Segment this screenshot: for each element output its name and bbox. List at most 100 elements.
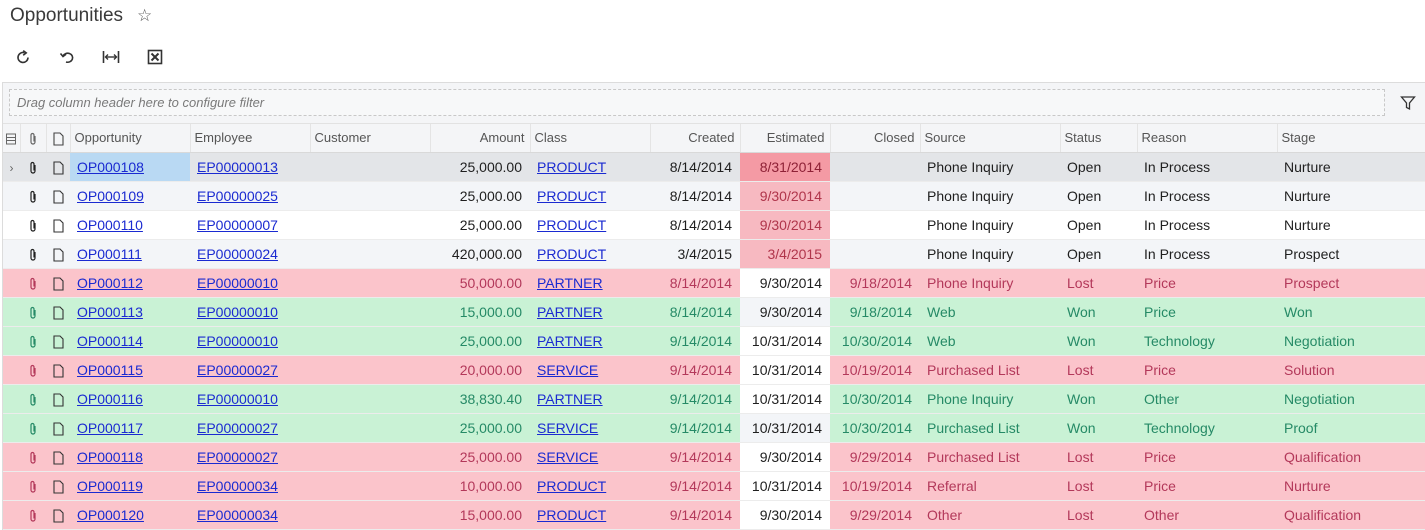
- table-row[interactable]: OP000109 EP00000025 25,000.00 PRODUCT 8/14/2…: [3, 181, 1425, 211]
- cell-created[interactable]: 9/14/2014: [650, 442, 740, 472]
- cell-stage[interactable]: Proof: [1277, 413, 1425, 443]
- cell-stage[interactable]: Solution: [1277, 355, 1425, 385]
- table-row[interactable]: OP000112 EP00000010 50,000.00 PARTNER 8/14/2…: [3, 268, 1425, 298]
- cell-closed[interactable]: 10/19/2014: [830, 355, 920, 385]
- employee-link[interactable]: EP00000010: [197, 333, 278, 349]
- cell-customer[interactable]: [310, 413, 430, 443]
- cell-status[interactable]: Lost: [1060, 471, 1137, 501]
- attachment-header[interactable]: [20, 124, 47, 153]
- row-attachment[interactable]: [20, 471, 46, 501]
- cell-amount[interactable]: 25,000.00: [430, 152, 530, 182]
- cell-reason[interactable]: Price: [1137, 297, 1277, 327]
- class-link[interactable]: PARTNER: [537, 391, 603, 407]
- cell-source[interactable]: Web: [920, 326, 1060, 356]
- row-note[interactable]: [46, 442, 70, 472]
- cell-status[interactable]: Open: [1060, 210, 1137, 240]
- employee-link[interactable]: EP00000024: [197, 246, 278, 262]
- cell-reason[interactable]: In Process: [1137, 152, 1277, 182]
- employee-link[interactable]: EP00000010: [197, 391, 278, 407]
- cell-customer[interactable]: [310, 355, 430, 385]
- class-link[interactable]: SERVICE: [537, 449, 598, 465]
- column-header-created[interactable]: Created: [650, 124, 741, 153]
- row-note[interactable]: [46, 471, 70, 501]
- cell-reason[interactable]: Other: [1137, 500, 1277, 530]
- class-link[interactable]: PRODUCT: [537, 246, 606, 262]
- column-header-source[interactable]: Source: [920, 124, 1061, 153]
- row-note[interactable]: [46, 152, 70, 182]
- opportunity-link[interactable]: OP000111: [77, 246, 142, 262]
- row-selector[interactable]: [3, 471, 20, 501]
- cell-closed[interactable]: [830, 181, 920, 211]
- cell-reason[interactable]: Price: [1137, 268, 1277, 298]
- cell-estimated[interactable]: 10/31/2014: [740, 326, 830, 356]
- column-header-closed[interactable]: Closed: [830, 124, 921, 153]
- cell-reason[interactable]: Other: [1137, 384, 1277, 414]
- cell-status[interactable]: Open: [1060, 181, 1137, 211]
- cell-stage[interactable]: Nurture: [1277, 471, 1425, 501]
- opportunity-link[interactable]: OP000112: [77, 275, 143, 291]
- employee-link[interactable]: EP00000025: [197, 188, 278, 204]
- cell-status[interactable]: Open: [1060, 152, 1137, 182]
- class-link[interactable]: PRODUCT: [537, 217, 606, 233]
- employee-link[interactable]: EP00000027: [197, 362, 278, 378]
- column-header-status[interactable]: Status: [1060, 124, 1138, 153]
- cell-amount[interactable]: 15,000.00: [430, 297, 530, 327]
- row-selector[interactable]: [3, 297, 20, 327]
- class-link[interactable]: PRODUCT: [537, 188, 606, 204]
- column-header-opportunity[interactable]: Opportunity: [70, 124, 191, 153]
- cell-closed[interactable]: 9/29/2014: [830, 500, 920, 530]
- cell-created[interactable]: 3/4/2015: [650, 239, 740, 269]
- cell-created[interactable]: 9/14/2014: [650, 384, 740, 414]
- row-selector[interactable]: [3, 326, 20, 356]
- cell-created[interactable]: 8/14/2014: [650, 268, 740, 298]
- cell-reason[interactable]: Price: [1137, 442, 1277, 472]
- column-header-stage[interactable]: Stage: [1277, 124, 1425, 153]
- cell-status[interactable]: Lost: [1060, 268, 1137, 298]
- cell-amount[interactable]: 25,000.00: [430, 326, 530, 356]
- table-row[interactable]: OP000114 EP00000010 25,000.00 PARTNER 9/14/2…: [3, 326, 1425, 356]
- cell-closed[interactable]: 9/18/2014: [830, 297, 920, 327]
- undo-button[interactable]: [56, 46, 78, 68]
- cell-created[interactable]: 9/14/2014: [650, 500, 740, 530]
- cell-created[interactable]: 8/14/2014: [650, 297, 740, 327]
- cell-source[interactable]: Phone Inquiry: [920, 239, 1060, 269]
- cell-closed[interactable]: 10/30/2014: [830, 384, 920, 414]
- cell-estimated[interactable]: 9/30/2014: [740, 268, 830, 298]
- cell-customer[interactable]: [310, 297, 430, 327]
- filter-funnel-icon[interactable]: [1400, 95, 1416, 111]
- cell-closed[interactable]: 9/29/2014: [830, 442, 920, 472]
- column-header-reason[interactable]: Reason: [1137, 124, 1278, 153]
- cell-status[interactable]: Won: [1060, 384, 1137, 414]
- opportunity-link[interactable]: OP000117: [77, 420, 143, 436]
- opportunity-link[interactable]: OP000109: [77, 188, 144, 204]
- cell-stage[interactable]: Nurture: [1277, 181, 1425, 211]
- cell-amount[interactable]: 25,000.00: [430, 210, 530, 240]
- cell-amount[interactable]: 25,000.00: [430, 442, 530, 472]
- row-attachment[interactable]: [20, 297, 46, 327]
- cell-closed[interactable]: 10/30/2014: [830, 413, 920, 443]
- cell-customer[interactable]: [310, 384, 430, 414]
- opportunity-link[interactable]: OP000120: [77, 507, 144, 523]
- column-header-amount[interactable]: Amount: [430, 124, 531, 153]
- cell-reason[interactable]: In Process: [1137, 181, 1277, 211]
- cell-amount[interactable]: 420,000.00: [430, 239, 530, 269]
- cell-created[interactable]: 8/14/2014: [650, 210, 740, 240]
- cell-stage[interactable]: Prospect: [1277, 239, 1425, 269]
- table-row[interactable]: OP000118 EP00000027 25,000.00 SERVICE 9/14/2…: [3, 442, 1425, 472]
- cell-stage[interactable]: Negotiation: [1277, 384, 1425, 414]
- row-selector[interactable]: [3, 181, 20, 211]
- cell-closed[interactable]: 9/18/2014: [830, 268, 920, 298]
- cell-created[interactable]: 8/14/2014: [650, 181, 740, 211]
- cell-source[interactable]: Purchased List: [920, 442, 1060, 472]
- row-selector[interactable]: [3, 500, 20, 530]
- class-link[interactable]: PRODUCT: [537, 478, 606, 494]
- cell-status[interactable]: Open: [1060, 239, 1137, 269]
- cell-amount[interactable]: 20,000.00: [430, 355, 530, 385]
- cell-stage[interactable]: Qualification: [1277, 442, 1425, 472]
- row-attachment[interactable]: [20, 413, 46, 443]
- class-link[interactable]: SERVICE: [537, 420, 598, 436]
- cell-source[interactable]: Phone Inquiry: [920, 181, 1060, 211]
- cell-status[interactable]: Lost: [1060, 355, 1137, 385]
- table-row[interactable]: OP000119 EP00000034 10,000.00 PRODUCT 9/14/2…: [3, 471, 1425, 501]
- table-row[interactable]: OP000113 EP00000010 15,000.00 PARTNER 8/14/2…: [3, 297, 1425, 327]
